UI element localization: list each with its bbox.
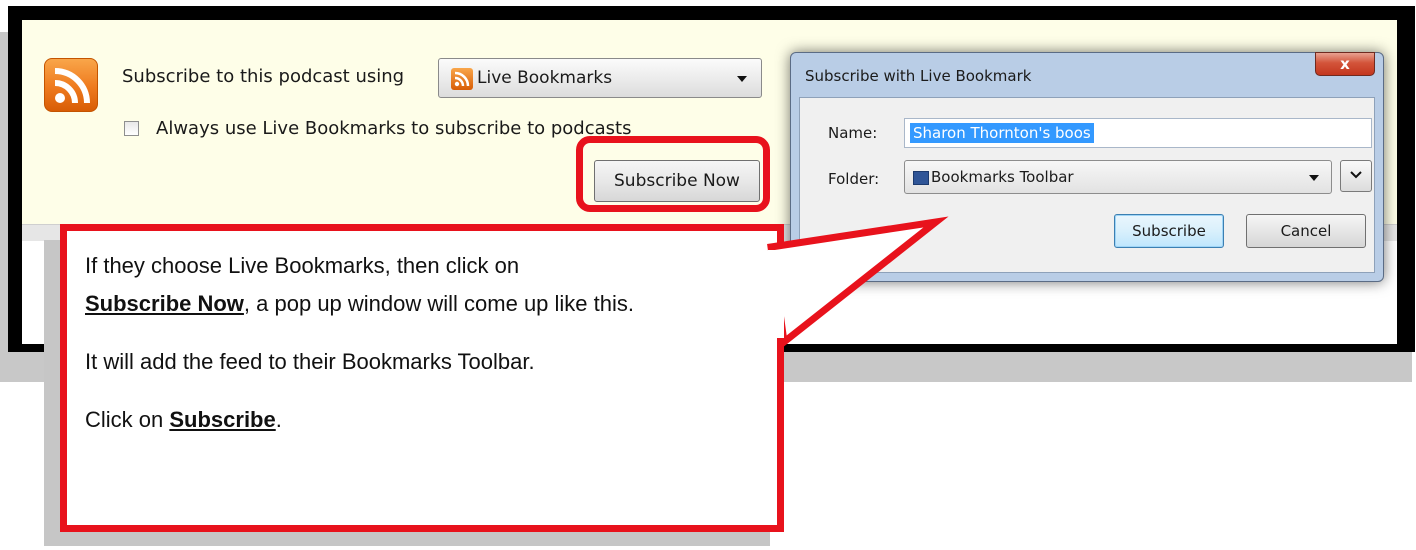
bookmarks-folder-icon <box>913 171 929 185</box>
name-field[interactable]: Sharon Thornton's boos <box>904 118 1372 148</box>
cancel-button[interactable]: Cancel <box>1246 214 1366 248</box>
chevron-down-icon <box>737 76 747 82</box>
always-use-checkbox[interactable] <box>124 121 139 136</box>
callout-paragraph-1: If they choose Live Bookmarks, then clic… <box>85 247 765 323</box>
callout-paragraph-2: It will add the feed to their Bookmarks … <box>85 349 535 374</box>
rss-icon <box>451 68 473 90</box>
subscribe-button[interactable]: Subscribe <box>1114 214 1224 248</box>
annotation-highlight-subscribe-now <box>576 136 770 212</box>
folder-select[interactable]: Bookmarks Toolbar <box>904 160 1332 194</box>
folder-label: Folder: <box>828 170 880 188</box>
folder-select-value: Bookmarks Toolbar <box>931 168 1074 186</box>
close-icon[interactable]: x <box>1315 52 1375 76</box>
chevron-down-icon <box>1309 175 1319 181</box>
subscribe-dialog: Subscribe with Live Bookmark x Name: Sha… <box>790 52 1384 282</box>
reader-select[interactable]: Live Bookmarks <box>438 58 762 98</box>
rss-icon <box>44 58 98 112</box>
callout-text-part: If they choose Live Bookmarks, then clic… <box>85 253 520 278</box>
callout-text-part: , a pop up window will come up like this… <box>243 291 635 316</box>
expand-folders-button[interactable] <box>1340 160 1372 192</box>
subscribe-using-label: Subscribe to this podcast using <box>122 66 405 87</box>
callout-text-part: Click on <box>85 407 170 432</box>
reader-select-value: Live Bookmarks <box>477 68 613 88</box>
always-use-label: Always use Live Bookmarks to subscribe t… <box>156 118 632 139</box>
dialog-body: Name: Sharon Thornton's boos Folder: Boo… <box>799 97 1375 273</box>
name-label: Name: <box>828 124 878 142</box>
callout-subscribe-now-link: Subscribe Now <box>85 291 244 316</box>
callout-text: If they choose Live Bookmarks, then clic… <box>85 247 765 459</box>
dialog-title: Subscribe with Live Bookmark <box>805 67 1032 85</box>
name-field-value: Sharon Thornton's boos <box>910 123 1094 143</box>
callout-paragraph-3: Click on Subscribe. <box>85 401 765 439</box>
callout-text-part: . <box>275 407 282 432</box>
chevron-down-icon <box>1350 171 1362 179</box>
callout-subscribe-link: Subscribe <box>169 407 276 432</box>
instruction-callout: If they choose Live Bookmarks, then clic… <box>60 224 784 532</box>
